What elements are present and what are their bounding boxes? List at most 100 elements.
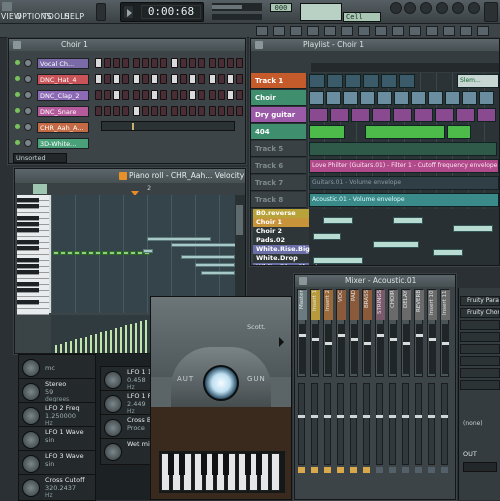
step-button[interactable] — [95, 106, 102, 116]
mixer-fader[interactable] — [442, 342, 449, 345]
pattern-item[interactable]: White.Rise.Short — [253, 263, 318, 265]
step-button[interactable] — [142, 90, 149, 100]
note[interactable] — [53, 251, 59, 255]
shortcut-icon[interactable] — [358, 26, 370, 36]
track-header[interactable]: Dry guitar — [251, 107, 306, 123]
clip[interactable] — [435, 108, 454, 122]
channel-mute-led[interactable] — [15, 108, 20, 113]
shortcut-icon[interactable] — [392, 26, 404, 36]
clip[interactable] — [309, 108, 328, 122]
shortcut-icon[interactable] — [460, 26, 472, 36]
param-control[interactable]: LFO 1 Wave sin — [18, 426, 96, 453]
mixer-fader[interactable] — [377, 334, 384, 337]
step-button[interactable] — [209, 58, 216, 68]
pattern-item[interactable]: White.Rise.Big — [253, 245, 310, 254]
shortcut-icon[interactable] — [341, 26, 353, 36]
route-button[interactable] — [376, 467, 383, 473]
shortcut-icon[interactable] — [273, 26, 285, 36]
step-button[interactable] — [122, 90, 129, 100]
clip[interactable] — [393, 108, 412, 122]
note[interactable] — [60, 251, 66, 255]
black-key[interactable] — [17, 288, 39, 293]
pattern-clip[interactable] — [393, 217, 423, 224]
step-button[interactable] — [133, 90, 140, 100]
step-button[interactable] — [218, 74, 225, 84]
param-control[interactable]: LFO 1 Fre 2.449 Hz — [100, 390, 158, 417]
shortcut-icon[interactable] — [409, 26, 421, 36]
velocity-bar[interactable] — [120, 326, 122, 353]
step-button[interactable] — [104, 106, 111, 116]
pattern-clip[interactable] — [373, 241, 419, 248]
velocity-bar[interactable] — [75, 339, 77, 353]
channel-name-button[interactable]: 3D-White... — [37, 138, 89, 149]
record-button[interactable] — [390, 2, 402, 14]
channel-mute-led[interactable] — [15, 92, 20, 97]
autogun-black-key[interactable] — [245, 453, 251, 475]
note[interactable] — [81, 251, 87, 255]
blend-button[interactable] — [436, 2, 448, 14]
step-button[interactable] — [104, 74, 111, 84]
mixer-fader[interactable] — [351, 338, 358, 341]
note[interactable] — [171, 243, 237, 247]
send-fader[interactable] — [402, 415, 409, 418]
mixer-channel[interactable]: Insert 10 — [427, 289, 437, 377]
velocity-bar[interactable] — [110, 329, 112, 353]
param-control[interactable]: LFO 1 1 0.458 Hz — [100, 366, 152, 393]
mixer-channel[interactable]: STRINGS — [375, 289, 385, 377]
output-select[interactable] — [463, 462, 497, 472]
piano-keyboard[interactable] — [17, 195, 51, 315]
autogun-black-key[interactable] — [179, 453, 185, 475]
autogun-main-knob[interactable] — [203, 365, 239, 401]
autogun-black-key[interactable] — [201, 453, 207, 475]
route-button[interactable] — [441, 467, 448, 473]
clip-slem[interactable]: Slem... — [457, 74, 499, 88]
channel-row[interactable]: DNC_Clap_2 — [9, 89, 245, 102]
shortcut-icon[interactable] — [307, 26, 319, 36]
shortcut-icon[interactable] — [375, 26, 387, 36]
channel-volume-knob[interactable] — [24, 91, 32, 99]
black-key[interactable] — [17, 282, 39, 287]
automation-volume-clip[interactable]: Acoustic.01 - Volume envelope — [309, 193, 499, 207]
clip[interactable] — [411, 91, 426, 105]
effect-slot[interactable]: Fruity Chorus — [460, 308, 500, 318]
pattern-clip[interactable] — [453, 225, 493, 232]
black-key[interactable] — [17, 204, 39, 209]
mixer-channel[interactable]: CHOIR — [388, 289, 398, 377]
step-button[interactable] — [218, 106, 225, 116]
channel-row[interactable]: DNC_Hat_4 — [9, 73, 245, 86]
effect-slot[interactable] — [460, 380, 500, 390]
mixer-channel[interactable]: DELAY — [401, 289, 411, 377]
shortcut-icon[interactable] — [443, 26, 455, 36]
note[interactable] — [143, 249, 153, 253]
step-button[interactable] — [133, 74, 140, 84]
step-button[interactable] — [113, 74, 120, 84]
black-key[interactable] — [17, 198, 39, 203]
param-knob[interactable] — [104, 443, 122, 461]
mixer-channel[interactable]: Insert 1 — [310, 289, 320, 377]
clip[interactable] — [445, 91, 460, 105]
velocity-bar[interactable] — [125, 325, 127, 353]
clip[interactable] — [326, 91, 341, 105]
clip[interactable] — [428, 91, 443, 105]
black-key[interactable] — [17, 264, 39, 269]
note[interactable] — [147, 237, 211, 241]
piano-roll-title[interactable]: Piano roll - CHR_Aah... Velocity — [129, 171, 244, 180]
channel-mute-led[interactable] — [15, 140, 20, 145]
track-header[interactable]: Track 7 — [251, 175, 306, 191]
clip[interactable] — [309, 142, 497, 156]
autogun-black-key[interactable] — [212, 453, 218, 475]
track-header[interactable]: Choir — [251, 90, 306, 106]
step-button[interactable] — [180, 58, 187, 68]
velocity-bar[interactable] — [140, 321, 142, 353]
route-button[interactable] — [337, 467, 344, 473]
step-button[interactable] — [113, 90, 120, 100]
clip[interactable] — [381, 74, 397, 88]
param-knob[interactable] — [22, 383, 40, 401]
param-knob[interactable] — [22, 407, 40, 425]
track-header[interactable]: Track 8 — [251, 192, 306, 208]
step-button[interactable] — [160, 74, 167, 84]
countdown-button[interactable] — [420, 2, 432, 14]
clip[interactable] — [345, 74, 361, 88]
channel-volume-knob[interactable] — [24, 75, 32, 83]
note[interactable] — [116, 251, 122, 255]
